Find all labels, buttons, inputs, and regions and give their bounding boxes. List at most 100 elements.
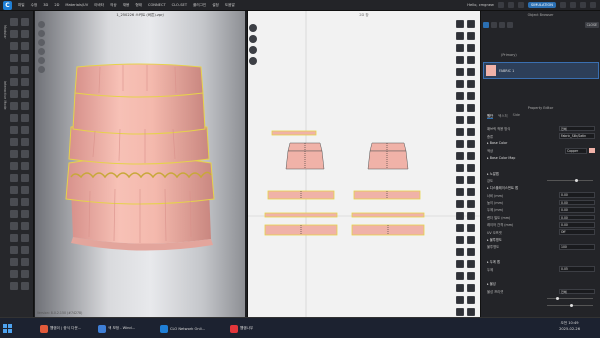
2d-tool-icon[interactable]	[456, 296, 464, 304]
simulation-button[interactable]: SIMULATION	[527, 2, 556, 8]
2d-tool-icon[interactable]	[456, 32, 464, 40]
menu-item-3[interactable]: 2D	[54, 3, 59, 8]
property-value[interactable]: 0.00	[559, 214, 595, 221]
2d-tool-icon[interactable]	[456, 152, 464, 160]
tool-icon[interactable]	[21, 246, 29, 254]
2d-tool-icon[interactable]	[467, 200, 475, 208]
connect-icon[interactable]	[497, 2, 504, 8]
slider-handle[interactable]	[570, 304, 573, 308]
skirt-3d-model[interactable]	[35, 11, 245, 317]
2d-tool-icon[interactable]	[456, 200, 464, 208]
property-label[interactable]: ▸ 두께 맵	[487, 259, 595, 264]
menu-item-7[interactable]: 재봉	[123, 3, 130, 8]
menu-item-1[interactable]: 수정	[31, 3, 38, 8]
2d-tool-icon[interactable]	[456, 104, 464, 112]
button-tab-icon[interactable]	[491, 21, 497, 28]
2d-tool-icon[interactable]	[456, 80, 464, 88]
menu-item-6[interactable]: 의상	[110, 3, 117, 8]
tool-icon[interactable]	[21, 198, 29, 206]
clo-logo[interactable]: C	[3, 1, 12, 10]
2d-tool-icon[interactable]	[456, 128, 464, 136]
tool-icon[interactable]	[21, 282, 29, 290]
tool-icon[interactable]	[21, 270, 29, 278]
tool-icon[interactable]	[21, 114, 29, 122]
slider-handle[interactable]	[556, 296, 560, 300]
property-value[interactable]: 100	[559, 244, 595, 250]
2d-tool-icon[interactable]	[467, 92, 475, 100]
fabric-item[interactable]: FABRIC 1	[483, 62, 599, 79]
tool-icon[interactable]	[21, 234, 29, 242]
property-slider[interactable]	[547, 178, 593, 182]
property-label[interactable]: ▸ Base Color	[487, 141, 595, 145]
menu-item-8[interactable]: 형태	[135, 3, 142, 8]
2d-tool-icon[interactable]	[456, 236, 464, 244]
property-value[interactable]: Fabric_Silk/Satin	[559, 133, 595, 139]
2d-tool-icon[interactable]	[467, 260, 475, 268]
2d-tool-icon[interactable]	[467, 284, 475, 292]
menu-item-2[interactable]: 3D	[43, 3, 48, 8]
tool-icon[interactable]	[21, 138, 29, 146]
user-name[interactable]: Hello, cmgnew	[467, 3, 494, 7]
tab-interactive[interactable]: Interactive Mode	[2, 81, 7, 131]
cloud-icon[interactable]	[507, 2, 514, 8]
property-value[interactable]: Copper	[565, 148, 587, 154]
property-value[interactable]: Off	[559, 229, 595, 235]
tool-icon[interactable]	[21, 54, 29, 62]
property-value[interactable]: 0.00	[559, 207, 595, 213]
tool-icon[interactable]	[21, 90, 29, 98]
tool-icon[interactable]	[21, 174, 29, 182]
property-value[interactable]: 0.00	[559, 222, 595, 228]
2d-tool-icon[interactable]	[467, 176, 475, 184]
clock[interactable]: 오전 10:49 2025-02-26	[559, 321, 580, 332]
tool-icon[interactable]	[10, 198, 18, 206]
2d-tool-icon[interactable]	[456, 248, 464, 256]
2d-tool-icon[interactable]	[467, 188, 475, 196]
fabric-tab-icon[interactable]	[483, 21, 489, 28]
tab-fabric[interactable]: 원단	[487, 113, 494, 119]
tool-icon[interactable]	[10, 18, 18, 26]
property-value[interactable]: 0.05	[559, 266, 595, 272]
taskbar-app[interactable]: 웹캠나우	[230, 322, 253, 335]
2d-tool-icon[interactable]	[456, 68, 464, 76]
2d-tool-icon[interactable]	[467, 20, 475, 28]
menu-item-11[interactable]: 플러그인	[193, 3, 206, 8]
2d-tool-icon[interactable]	[467, 296, 475, 304]
tool-icon[interactable]	[10, 210, 18, 218]
tool-icon[interactable]	[10, 150, 18, 158]
property-value[interactable]: 0.00	[559, 199, 595, 206]
2d-tool-icon[interactable]	[467, 104, 475, 112]
tool-icon[interactable]	[10, 42, 18, 50]
2d-tool-icon[interactable]	[467, 116, 475, 124]
tool-icon[interactable]	[21, 18, 29, 26]
color-swatch[interactable]	[589, 148, 595, 154]
menu-item-0[interactable]: 파일	[18, 3, 25, 8]
taskbar-app[interactable]: 웹캠이 | 중식 다운...	[40, 322, 81, 335]
tool-icon[interactable]	[21, 126, 29, 134]
2d-viewport[interactable]: 2D 창	[247, 11, 481, 317]
2d-tool-icon[interactable]	[456, 44, 464, 52]
2d-tool-icon[interactable]	[456, 212, 464, 220]
2d-tool-icon[interactable]	[467, 164, 475, 172]
tab-texture[interactable]: 텍스처	[498, 113, 507, 119]
tool-icon[interactable]	[21, 102, 29, 110]
pattern-canvas[interactable]	[248, 11, 481, 317]
2d-tool-icon[interactable]	[456, 176, 464, 184]
2d-tool-icon[interactable]	[467, 272, 475, 280]
tool-icon[interactable]	[10, 30, 18, 38]
2d-tool-icon[interactable]	[456, 272, 464, 280]
2d-tool-icon[interactable]	[456, 224, 464, 232]
2d-tool-icon[interactable]	[456, 92, 464, 100]
tool-icon[interactable]	[10, 126, 18, 134]
slider-handle[interactable]	[574, 178, 578, 182]
tool-icon[interactable]	[10, 234, 18, 242]
2d-tool-icon[interactable]	[456, 308, 464, 316]
2d-tool-icon[interactable]	[456, 260, 464, 268]
2d-tool-icon[interactable]	[467, 308, 475, 316]
tool-icon[interactable]	[10, 222, 18, 230]
menu-item-13[interactable]: 도움말	[225, 3, 235, 8]
property-slider[interactable]	[547, 296, 593, 300]
tool-icon[interactable]	[10, 282, 18, 290]
menu-item-4[interactable]: Materials/UV	[65, 3, 88, 8]
tool-icon[interactable]	[10, 90, 18, 98]
property-value[interactable]: 0.00	[559, 192, 595, 198]
